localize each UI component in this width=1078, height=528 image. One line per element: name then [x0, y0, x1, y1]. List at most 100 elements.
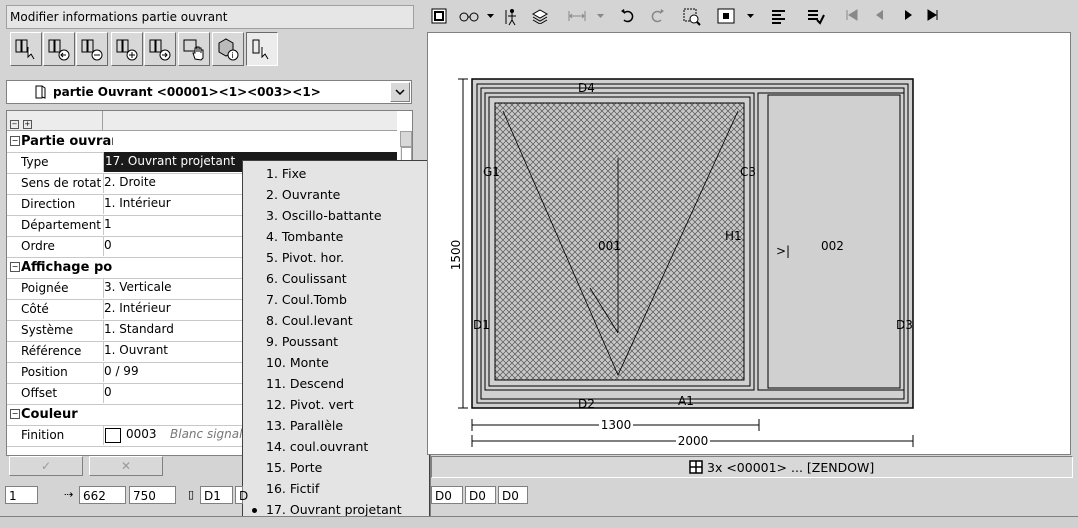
pan-button[interactable] — [178, 32, 210, 66]
property-value: 0 / 99 — [104, 364, 139, 378]
menu-item-label: 12. Pivot. vert — [266, 397, 354, 412]
field-d1[interactable]: D1 — [200, 486, 233, 504]
person-icon[interactable] — [503, 8, 519, 26]
field-1[interactable]: 1 — [5, 486, 38, 504]
layers-icon[interactable] — [532, 8, 548, 24]
menu-item-label: 11. Descend — [266, 376, 345, 391]
menu-item[interactable]: 15. Porte — [243, 457, 429, 478]
object-selector-label: partie Ouvrant <00001><1><003><1> — [53, 85, 321, 99]
property-name: Système — [21, 323, 74, 337]
object-selector[interactable]: partie Ouvrant <00001><1><003><1> — [6, 80, 412, 104]
collapse-icon[interactable]: − — [10, 262, 20, 272]
property-name: Offset — [21, 386, 58, 400]
menu-item[interactable]: 8. Coul.levant — [243, 310, 429, 331]
align-left-icon[interactable] — [771, 8, 787, 24]
dialog-title: Modifier informations partie ouvrant — [10, 10, 228, 24]
label-d4: D4 — [578, 81, 595, 95]
select-sash-button[interactable] — [10, 32, 42, 66]
menu-item-label: 14. coul.ouvrant — [266, 439, 369, 454]
menu-item[interactable]: 4. Tombante — [243, 226, 429, 247]
collapse-all-icon[interactable]: − + — [10, 115, 32, 129]
menu-item[interactable]: 2. Ouvrante — [243, 184, 429, 205]
collapse-icon[interactable]: − — [10, 136, 20, 146]
property-name: Affichage poignée — [21, 260, 113, 275]
svg-text:i: i — [232, 51, 234, 60]
chevron-down-icon[interactable] — [747, 14, 755, 20]
undo-icon[interactable] — [620, 8, 636, 24]
property-name: Sens de rotation — [21, 176, 101, 190]
property-name: Couleur — [21, 407, 78, 422]
redo-icon[interactable] — [649, 8, 665, 24]
menu-item[interactable]: 16. Fictif — [243, 478, 429, 499]
remove-sash-button[interactable] — [76, 32, 108, 66]
menu-item[interactable]: 11. Descend — [243, 373, 429, 394]
properties-info-button[interactable]: i — [212, 32, 244, 66]
menu-item-label: 3. Oscillo-battante — [266, 208, 382, 223]
confirm-button[interactable]: ✓ — [9, 456, 83, 476]
label-arrow: >| — [776, 244, 790, 258]
select-object-icon[interactable] — [717, 8, 735, 24]
field-d0-3[interactable]: D0 — [498, 486, 528, 504]
dimension-icon[interactable] — [568, 8, 586, 24]
next-page-icon[interactable] — [901, 8, 915, 22]
zoom-window-icon[interactable] — [683, 8, 701, 26]
color-swatch — [105, 428, 121, 443]
previous-sash-button[interactable] — [43, 32, 75, 66]
menu-item[interactable]: 7. Coul.Tomb — [243, 289, 429, 310]
menu-item[interactable]: 6. Coulissant — [243, 268, 429, 289]
select-part-button[interactable] — [246, 32, 278, 66]
field-x[interactable]: 662 — [79, 486, 126, 504]
property-name: Finition — [21, 428, 65, 442]
cancel-button[interactable]: ✕ — [89, 456, 163, 476]
menu-item[interactable]: 14. coul.ouvrant — [243, 436, 429, 457]
field-d[interactable]: D — [235, 486, 248, 504]
label-sash-left: 001 — [598, 239, 621, 253]
previous-page-icon[interactable] — [873, 8, 887, 22]
chevron-down-icon[interactable] — [487, 14, 495, 20]
arrow-right-circle-icon — [149, 39, 171, 61]
window-drawing-canvas[interactable]: D4 D2 A1 D1 D3 G1 C3 H1 001 002 >| 1500 … — [427, 32, 1071, 455]
grid-window-icon — [689, 460, 703, 474]
menu-item[interactable]: 5. Pivot. hor. — [243, 247, 429, 268]
label-g1: G1 — [483, 165, 500, 179]
menu-item[interactable]: 12. Pivot. vert — [243, 394, 429, 415]
last-page-icon[interactable] — [926, 8, 940, 22]
next-sash-button[interactable] — [144, 32, 176, 66]
property-name: Partie ouvrant — [21, 134, 113, 149]
add-sash-button[interactable] — [111, 32, 143, 66]
property-value: 2. Droite — [104, 175, 156, 189]
minus-circle-icon — [81, 39, 103, 61]
menu-item-label: 7. Coul.Tomb — [266, 292, 347, 307]
chevron-down-icon[interactable] — [390, 82, 410, 102]
property-name: Type — [21, 155, 49, 169]
window-elevation-drawing: D4 D2 A1 D1 D3 G1 C3 H1 001 002 >| 1500 … — [449, 78, 914, 448]
collapse-icon[interactable]: − — [10, 409, 20, 419]
property-name: Côté — [21, 302, 49, 316]
close-icon: ✕ — [120, 459, 132, 473]
drawing-toolbar — [427, 4, 1072, 30]
checklist-icon[interactable] — [807, 8, 825, 26]
dialog-title-bar: Modifier informations partie ouvrant — [6, 5, 414, 29]
menu-item[interactable]: 10. Monte — [243, 352, 429, 373]
label-d1: D1 — [473, 318, 490, 332]
field-d0-2[interactable]: D0 — [465, 486, 496, 504]
frame-view-icon[interactable] — [431, 8, 447, 24]
property-name: Position — [21, 365, 68, 379]
glasses-icon[interactable] — [459, 8, 481, 24]
chevron-down-icon[interactable] — [597, 14, 605, 20]
field-y[interactable]: 750 — [129, 486, 176, 504]
menu-item-label: 5. Pivot. hor. — [266, 250, 345, 265]
property-value: 1 — [104, 217, 112, 231]
property-name: Poignée — [21, 281, 69, 295]
menu-item[interactable]: 9. Poussant — [243, 331, 429, 352]
menu-item[interactable]: 1. Fixe — [243, 163, 429, 184]
first-page-icon[interactable] — [845, 8, 859, 22]
menu-item[interactable]: 13. Parallèle — [243, 415, 429, 436]
property-value: 0003 — [126, 427, 157, 441]
grid-category[interactable]: −Partie ouvrant — [7, 131, 397, 153]
menu-item[interactable]: 3. Oscillo-battante — [243, 205, 429, 226]
coordinate-icon: ⇢ — [64, 488, 74, 501]
property-value: 1. Standard — [104, 322, 174, 336]
field-d0-1[interactable]: D0 — [431, 486, 463, 504]
dim-left-width: 1300 — [601, 418, 632, 432]
